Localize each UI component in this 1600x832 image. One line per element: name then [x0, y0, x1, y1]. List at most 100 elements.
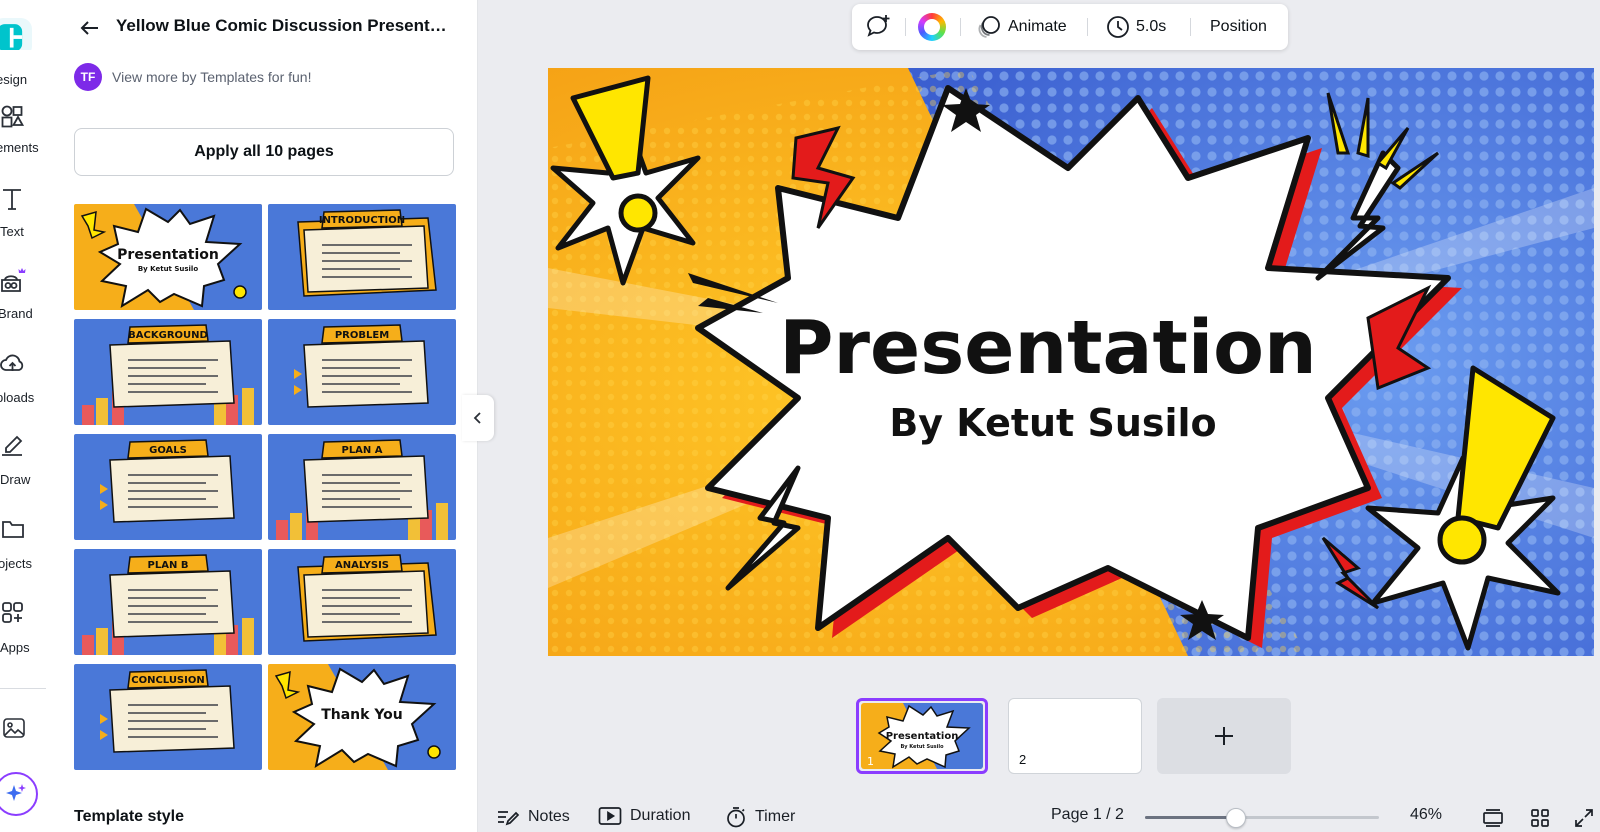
- back-arrow-icon[interactable]: [76, 14, 104, 42]
- template-thumbnail-label: INTRODUCTION: [319, 215, 405, 226]
- template-thumbnail[interactable]: CONCLUSION: [74, 664, 262, 770]
- apps-icon: [2, 602, 23, 623]
- comic-slide-artwork: Presentation By Ketut Susilo: [548, 68, 1594, 656]
- clock-icon: [1107, 16, 1129, 38]
- page-2-number: 2: [1019, 752, 1027, 767]
- author-link[interactable]: View more by Templates for fun!: [112, 69, 311, 85]
- zoom-slider-track[interactable]: [1145, 816, 1379, 819]
- animate-icon: [978, 16, 1000, 38]
- timer-label: Timer: [755, 808, 796, 825]
- fullscreen-icon[interactable]: [1574, 808, 1594, 828]
- add-page-button[interactable]: [1157, 698, 1291, 774]
- magic-button[interactable]: [0, 772, 38, 816]
- design-icon: [0, 18, 32, 50]
- color-wheel-icon: [918, 13, 946, 41]
- draw-icon: [2, 435, 23, 456]
- rail-label-elements: ements: [0, 140, 39, 155]
- page-indicator-text: Page 1 / 2: [1051, 806, 1124, 823]
- comment-button[interactable]: [864, 4, 892, 50]
- play-screen-icon: [598, 807, 622, 825]
- collapse-panel-button[interactable]: [462, 395, 494, 441]
- template-thumbnail[interactable]: GOALS: [74, 434, 262, 540]
- rail-label-projects: ojects: [0, 556, 32, 571]
- zoom-level[interactable]: 46%: [1410, 806, 1442, 824]
- apply-all-pages-button[interactable]: Apply all 10 pages: [74, 128, 454, 176]
- template-thumbnail[interactable]: Thank You: [268, 664, 456, 770]
- duration-value: 5.0s: [1136, 18, 1167, 35]
- page-1-title: Presentation: [886, 731, 959, 742]
- template-thumbnail[interactable]: Presentation By Ketut Susilo: [74, 204, 262, 310]
- page-1-number: 1: [867, 755, 874, 768]
- rail-label-draw: Draw: [0, 472, 31, 487]
- projects-icon: [2, 521, 24, 538]
- template-thumbnail-label: GOALS: [149, 445, 187, 456]
- rail-divider: [0, 688, 46, 689]
- template-thumbnail-label: Thank You: [321, 707, 403, 723]
- element-toolbar: Animate 5.0s Position: [852, 4, 1288, 50]
- elements-icon: [1, 105, 25, 128]
- zoom-slider-knob[interactable]: [1226, 808, 1247, 828]
- toolbar-divider: [1190, 18, 1191, 36]
- sparkle-icon: [6, 784, 26, 801]
- editor-footer: Notes Duration Timer Page 1 / 2 46%: [478, 800, 1600, 832]
- template-thumbnail[interactable]: PLAN A: [268, 434, 456, 540]
- timer-button[interactable]: Timer: [725, 806, 795, 828]
- duration-button[interactable]: 5.0s: [1106, 4, 1166, 50]
- template-thumbnail-sublabel: By Ketut Susilo: [138, 265, 198, 273]
- notes-label: Notes: [528, 808, 570, 825]
- template-title: Yellow Blue Comic Discussion Presentati.…: [116, 16, 456, 35]
- photo-icon[interactable]: [2, 716, 26, 740]
- template-thumbnail[interactable]: ANALYSIS: [268, 549, 456, 655]
- comment-add-icon: [867, 15, 890, 37]
- template-thumbnail-label: PROBLEM: [335, 330, 389, 341]
- duration-footer-button[interactable]: Duration: [598, 806, 690, 826]
- toolbar-divider: [1087, 18, 1088, 36]
- zoom-level-text: 46%: [1410, 806, 1443, 823]
- plus-icon: [1215, 727, 1233, 745]
- rail-label-uploads: ploads: [0, 390, 35, 405]
- stopwatch-icon: [727, 807, 745, 828]
- template-thumbnail-label: ANALYSIS: [335, 560, 389, 571]
- color-button[interactable]: [918, 4, 946, 50]
- grid-view-icon[interactable]: [1530, 808, 1550, 828]
- template-thumbnail[interactable]: BACKGROUND: [74, 319, 262, 425]
- template-style-heading: Template style: [74, 808, 184, 825]
- template-thumbnail[interactable]: PROBLEM: [268, 319, 456, 425]
- duration-footer-label: Duration: [630, 807, 691, 824]
- page-1-preview: Presentation By Ketut Susilo 1: [861, 703, 983, 769]
- template-thumbnail[interactable]: PLAN B: [74, 549, 262, 655]
- animate-label: Animate: [1008, 18, 1067, 35]
- animate-button[interactable]: Animate: [976, 4, 1067, 50]
- template-thumbnail[interactable]: INTRODUCTION: [268, 204, 456, 310]
- notes-icon: [498, 811, 520, 826]
- slide-canvas[interactable]: Presentation By Ketut Susilo: [548, 68, 1594, 656]
- toolbar-divider: [960, 18, 961, 36]
- slide-subtitle[interactable]: By Ketut Susilo: [889, 401, 1216, 445]
- page-indicator[interactable]: Page 1 / 2: [1051, 806, 1124, 824]
- rail-label-text: Text: [0, 224, 24, 239]
- pages-view-icon[interactable]: [1482, 808, 1504, 828]
- notes-button[interactable]: Notes: [496, 806, 570, 828]
- toolbar-divider: [905, 18, 906, 36]
- rail-label-brand: Brand: [0, 306, 33, 321]
- template-thumbnail-label: BACKGROUND: [128, 330, 208, 341]
- template-thumbnail-label: PLAN B: [148, 560, 189, 571]
- left-rail: esign ements Text Brand ploads Draw: [0, 0, 52, 832]
- rail-label-design: esign: [0, 72, 28, 87]
- zoom-slider-fill: [1145, 816, 1237, 819]
- position-button[interactable]: Position: [1210, 4, 1267, 50]
- template-panel: Yellow Blue Comic Discussion Presentati.…: [52, 0, 478, 832]
- uploads-icon: [0, 354, 24, 371]
- text-icon: [3, 189, 21, 210]
- page-thumbnail-1[interactable]: Presentation By Ketut Susilo 1: [856, 698, 988, 774]
- template-thumbnail-label: Presentation: [117, 247, 219, 263]
- author-avatar[interactable]: TF: [74, 63, 102, 91]
- template-thumbnail-label: PLAN A: [341, 445, 382, 456]
- brand-icon: [1, 268, 26, 292]
- page-1-subtitle: By Ketut Susilo: [900, 744, 944, 750]
- page-thumbnail-2[interactable]: 2: [1008, 698, 1142, 774]
- position-label: Position: [1210, 18, 1267, 35]
- template-thumbnail-label: CONCLUSION: [131, 675, 204, 686]
- chevron-left-icon: [473, 412, 481, 424]
- slide-title[interactable]: Presentation: [779, 305, 1316, 391]
